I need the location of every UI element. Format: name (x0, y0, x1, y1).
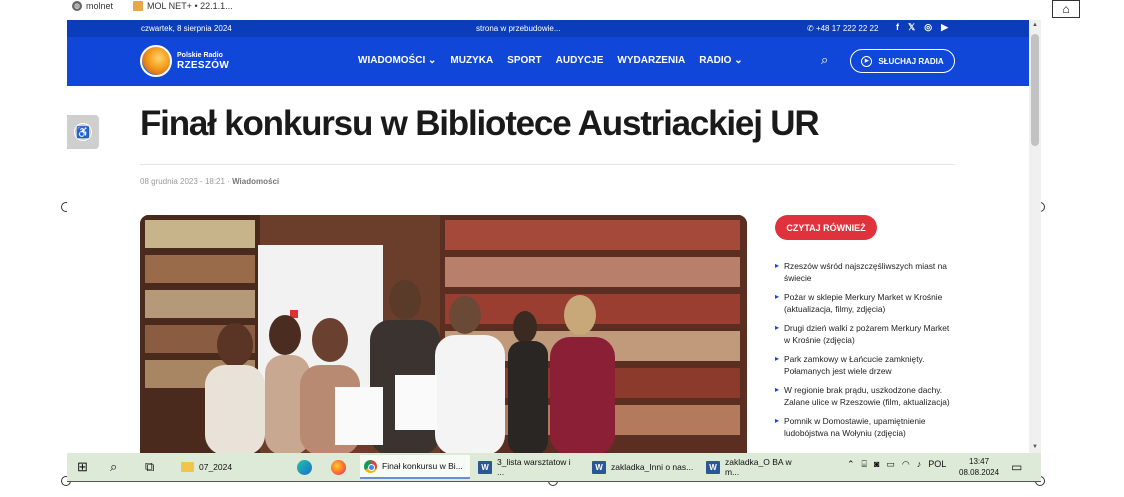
search-icon[interactable]: ⌕ (110, 459, 117, 475)
camera-icon[interactable]: ◙ (874, 459, 879, 470)
logo-icon (140, 45, 172, 77)
related-article-link[interactable]: Pomnik w Domostawie, upamiętnienie ludob… (775, 415, 955, 439)
bookmark-molnet-plus[interactable]: MOL NET+ • 22.1.1... (133, 1, 233, 11)
taskbar-item-chrome[interactable]: Finał konkursu w Bi... (360, 455, 470, 479)
volume-icon[interactable]: ♪ (917, 459, 922, 470)
phone-number[interactable]: ✆ +48 17 222 22 22 (807, 24, 878, 33)
related-article-link[interactable]: W regionie brak prądu, uszkodzone dachy.… (775, 384, 955, 408)
related-article-link[interactable]: Drugi dzień walki z pożarem Merkury Mark… (775, 322, 955, 346)
instagram-icon[interactable]: ◎ (924, 22, 932, 33)
word-icon: W (706, 460, 720, 474)
taskbar-item-label: zakladka_Inni o nas... (611, 462, 694, 472)
listen-radio-button[interactable]: ▶ SŁUCHAJ RADIA (850, 49, 955, 73)
photo-illustration (140, 215, 747, 453)
article-meta: 08 grudnia 2023 - 18:21 · Wiadomości (140, 177, 280, 186)
bookmark-label: molnet (86, 1, 114, 11)
accessibility-icon: ♿ (74, 123, 92, 141)
globe-icon: ◍ (72, 1, 82, 11)
edge-icon (297, 459, 312, 475)
article-title: Finał konkursu w Bibliotece Austriackiej… (140, 104, 820, 143)
x-icon[interactable]: 𝕏 (908, 22, 915, 33)
folder-icon (181, 462, 194, 472)
window-icon[interactable]: ⌂ (1052, 0, 1080, 18)
battery-icon[interactable]: ▭ (886, 459, 895, 470)
word-icon: W (478, 460, 492, 474)
youtube-icon[interactable]: ▶ (941, 22, 948, 33)
clock-time: 13:47 (969, 457, 990, 466)
menu-item-sport[interactable]: SPORT (507, 55, 541, 66)
related-article-link[interactable]: Rzeszów wśród najszczęśliwszych miast na… (775, 260, 955, 284)
wifi-icon[interactable]: ◠ (902, 459, 910, 470)
article-category[interactable]: Wiadomości (232, 177, 279, 186)
title-divider (140, 164, 955, 165)
main-menu: WIADOMOŚCI ⌄ MUZYKA SPORT AUDYCJE WYDARZ… (358, 55, 743, 66)
taskbar-item-label: zakladka_O BA w m... (724, 457, 792, 477)
top-info-bar: czwartek, 8 sierpnia 2024 strona w przeb… (67, 20, 1029, 37)
related-article-link[interactable]: Park zamkowy w Łańcucie zamknięty. Połam… (775, 353, 955, 377)
menu-item-radio[interactable]: RADIO ⌄ (699, 55, 742, 66)
system-tray: ⌃ ⌸ ◙ ▭ ◠ ♪ POL (847, 459, 946, 470)
taskbar-item-edge[interactable] (293, 455, 316, 479)
taskbar-item-label: 3_lista warsztatow i ... (496, 457, 571, 477)
browser-viewport: czwartek, 8 sierpnia 2024 strona w przeb… (67, 20, 1041, 453)
notifications-icon[interactable]: ▭ (1011, 460, 1022, 474)
task-view-icon[interactable]: ⧉ (145, 459, 154, 475)
firefox-icon (331, 459, 346, 475)
taskbar-item-label: 07_2024 (199, 462, 233, 472)
bookmark-molnet[interactable]: ◍ molnet (72, 1, 113, 11)
social-links: f 𝕏 ◎ ▶ (896, 22, 948, 33)
clock-date: 08.08.2024 (959, 468, 1000, 477)
related-articles-list: Rzeszów wśród najszczęśliwszych miast na… (775, 260, 955, 446)
search-icon[interactable]: ⌕ (821, 52, 828, 68)
scroll-up-icon[interactable]: ▲ (1032, 22, 1038, 28)
menu-item-wydarzenia[interactable]: WYDARZENIA (617, 55, 685, 66)
frame-bottom (67, 481, 1041, 482)
article-date: 08 grudnia 2023 - 18:21 (140, 177, 225, 186)
accessibility-button[interactable]: ♿ (67, 115, 99, 149)
menu-item-wiadomosci[interactable]: WIADOMOŚCI ⌄ (358, 55, 436, 66)
main-navbar: Polskie Radio RZESZÓW WIADOMOŚCI ⌄ MUZYK… (67, 37, 1029, 86)
scroll-down-icon[interactable]: ▼ (1032, 444, 1038, 450)
menu-item-muzyka[interactable]: MUZYKA (450, 55, 493, 66)
network-icon[interactable]: ⌸ (862, 459, 867, 470)
related-article-link[interactable]: Pożar w sklepie Merkury Market w Krośnie… (775, 291, 955, 315)
page-scrollbar[interactable]: ▲ ▼ (1029, 20, 1041, 453)
current-date: czwartek, 8 sierpnia 2024 (141, 24, 232, 33)
chrome-icon (364, 459, 377, 473)
chevron-up-icon[interactable]: ⌃ (847, 459, 855, 470)
listen-label: SŁUCHAJ RADIA (878, 56, 944, 66)
taskbar-item-word-1[interactable]: W 3_lista warsztatow i ... (474, 455, 584, 479)
taskbar-item-label: Finał konkursu w Bi... (382, 461, 463, 471)
phone-text: +48 17 222 22 22 (815, 24, 879, 33)
site-logo[interactable]: Polskie Radio RZESZÓW (140, 45, 229, 77)
windows-taskbar: ⊞ ⌕ ⧉ 07_2024 Finał konkursu w Bi... W 3… (67, 453, 1041, 481)
article-photo[interactable] (140, 215, 747, 453)
facebook-icon[interactable]: f (896, 22, 899, 33)
scroll-thumb[interactable] (1031, 34, 1039, 146)
play-icon: ▶ (861, 55, 873, 67)
taskbar-item-firefox[interactable] (327, 455, 350, 479)
taskbar-item-word-2[interactable]: W zakladka_Inni o nas... (588, 455, 698, 479)
windows-start-icon[interactable]: ⊞ (77, 459, 88, 475)
word-icon: W (592, 460, 606, 474)
bookmark-icon (133, 1, 144, 11)
bookmark-label: MOL NET+ • 22.1.1... (147, 1, 233, 11)
system-clock[interactable]: 13:47 08.08.2024 (959, 456, 999, 478)
language-indicator[interactable]: POL (928, 459, 946, 470)
taskbar-item-folder[interactable]: 07_2024 (177, 455, 236, 479)
site-notice: strona w przebudowie... (476, 24, 561, 33)
taskbar-item-word-3[interactable]: W zakladka_O BA w m... (702, 455, 812, 479)
menu-item-audycje[interactable]: AUDYCJE (556, 55, 604, 66)
read-also-button[interactable]: CZYTAJ RÓWNIEŻ (775, 215, 877, 240)
bookmarks-bar: ◍ molnet MOL NET+ • 22.1.1... (72, 0, 247, 12)
logo-big-text: RZESZÓW (177, 60, 230, 71)
